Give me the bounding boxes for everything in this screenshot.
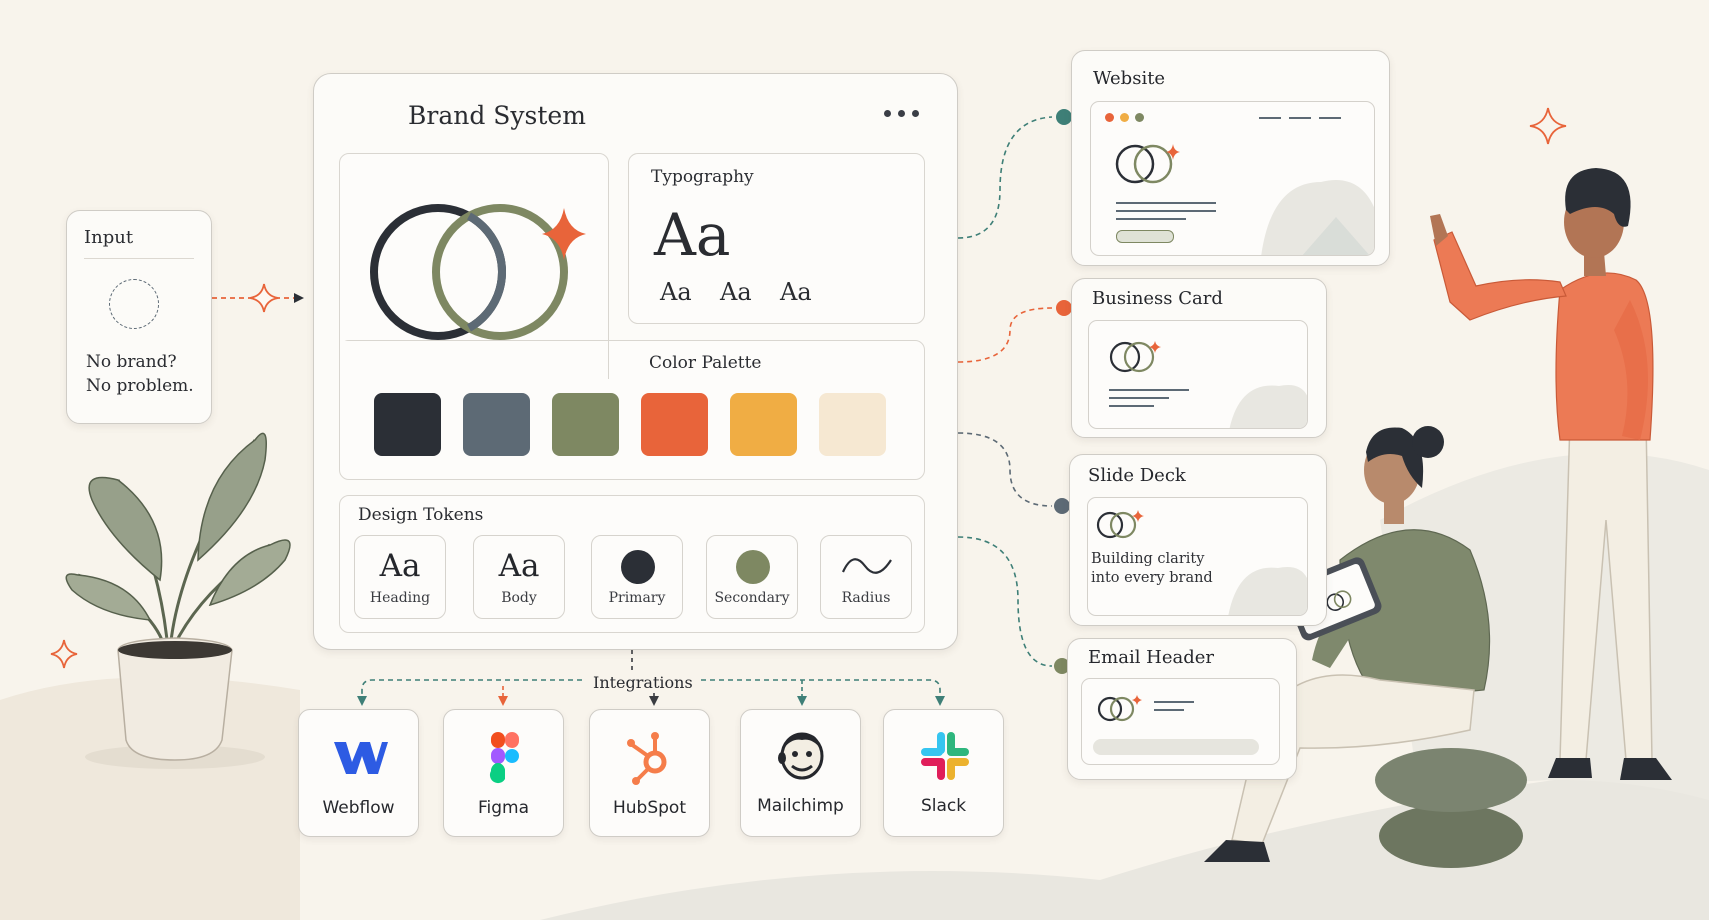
mini-logo-icon <box>1096 510 1144 539</box>
token-secondary[interactable]: Secondary <box>706 535 798 619</box>
color-swatch-orange[interactable] <box>641 393 708 456</box>
website-title: Website <box>1093 68 1166 89</box>
email-header-mockup <box>1081 678 1280 765</box>
mini-logo-icon <box>1097 695 1142 722</box>
token-secondary-label: Secondary <box>714 590 790 606</box>
webflow-logo-icon <box>334 742 388 774</box>
input-line-2: No problem. <box>86 376 194 396</box>
integration-webflow-label: Webflow <box>322 798 395 818</box>
website-mockup <box>1090 101 1375 256</box>
token-heading-label: Heading <box>369 590 431 606</box>
brand-logo-icon <box>370 204 586 340</box>
slide-deck-line-2: into every brand <box>1091 570 1213 586</box>
integration-mailchimp[interactable]: Mailchimp <box>740 709 861 837</box>
token-heading[interactable]: Aa Heading <box>354 535 446 619</box>
slide-deck-line-1: Building clarity <box>1091 551 1205 567</box>
integration-mailchimp-label: Mailchimp <box>757 796 844 816</box>
integration-figma[interactable]: Figma <box>443 709 564 837</box>
input-card[interactable]: Input No brand? No problem. <box>66 210 212 424</box>
typography-sample-large: Aa <box>654 201 731 269</box>
email-header-title: Email Header <box>1088 647 1215 668</box>
mini-logo-icon <box>1115 144 1180 184</box>
slide-deck-title: Slide Deck <box>1088 465 1186 486</box>
color-swatch-slate[interactable] <box>463 393 530 456</box>
brand-system-title: Brand System <box>408 101 586 130</box>
integration-hubspot[interactable]: HubSpot <box>589 709 710 837</box>
integration-slack[interactable]: Slack <box>883 709 1004 837</box>
integration-webflow[interactable]: Webflow <box>298 709 419 837</box>
design-tokens-label: Design Tokens <box>358 505 484 525</box>
token-body[interactable]: Aa Body <box>473 535 565 619</box>
integration-figma-label: Figma <box>477 798 530 818</box>
token-primary[interactable]: Primary <box>591 535 683 619</box>
color-swatch-yellow[interactable] <box>730 393 797 456</box>
typography-sample-3: Aa <box>780 278 812 306</box>
input-line-1: No brand? <box>86 352 177 372</box>
primary-color-dot <box>621 550 655 584</box>
color-swatch-cream[interactable] <box>819 393 886 456</box>
figma-logo-icon <box>489 732 519 784</box>
secondary-color-dot <box>736 550 770 584</box>
mini-logo-icon <box>1109 341 1161 373</box>
typography-sample-1: Aa <box>660 278 692 306</box>
color-swatch-dark[interactable] <box>374 393 441 456</box>
slide-deck-mockup: Building clarity into every brand <box>1087 497 1308 616</box>
token-body-glyph: Aa <box>498 548 540 584</box>
mailchimp-logo-icon <box>778 732 824 780</box>
sparkle-icon <box>50 639 78 669</box>
slack-logo-icon <box>921 732 969 780</box>
token-radius[interactable]: Radius <box>820 535 912 619</box>
divider <box>84 258 194 259</box>
token-heading-glyph: Aa <box>379 548 421 584</box>
typography-label: Typography <box>651 167 754 187</box>
input-title: Input <box>84 227 134 248</box>
sparkle-icon <box>1529 107 1567 145</box>
token-primary-label: Primary <box>608 590 666 606</box>
color-swatch-olive[interactable] <box>552 393 619 456</box>
integration-slack-label: Slack <box>920 796 967 816</box>
sparkle-icon <box>249 283 279 313</box>
typography-sample-2: Aa <box>720 278 752 306</box>
integrations-label: Integrations <box>589 673 697 692</box>
color-palette-label: Color Palette <box>649 353 762 373</box>
business-card-title: Business Card <box>1092 288 1223 309</box>
more-options-icon[interactable] <box>884 110 924 120</box>
token-body-label: Body <box>501 590 537 606</box>
hubspot-logo-icon <box>627 732 667 785</box>
token-radius-label: Radius <box>841 590 891 606</box>
empty-logo-placeholder-icon <box>109 279 159 329</box>
business-card-mockup <box>1088 320 1308 429</box>
integration-hubspot-label: HubSpot <box>613 798 686 818</box>
radius-wave-icon <box>841 558 892 574</box>
